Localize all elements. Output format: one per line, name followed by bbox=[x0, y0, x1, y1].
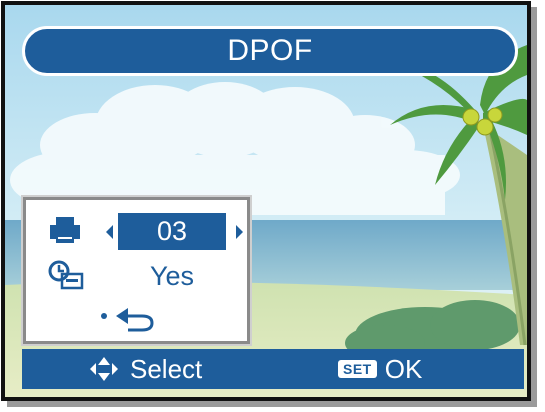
camera-screen: DPOF 03 Yes Select SET OK bbox=[1, 1, 531, 401]
confirm-hint: SET OK bbox=[338, 349, 422, 389]
screen-title: DPOF bbox=[22, 26, 518, 76]
return-icon[interactable] bbox=[96, 302, 166, 338]
ok-label: OK bbox=[384, 353, 423, 384]
copies-value[interactable]: 03 bbox=[118, 213, 226, 250]
dpof-settings-panel: 03 Yes bbox=[21, 195, 252, 346]
navigation-hint: Select bbox=[86, 349, 202, 389]
increase-arrow-icon[interactable] bbox=[236, 225, 243, 239]
bottom-help-bar: Select SET OK bbox=[22, 349, 524, 389]
date-stamp-value[interactable]: Yes bbox=[118, 258, 226, 295]
four-way-arrows-icon bbox=[90, 357, 118, 381]
set-button-icon: SET bbox=[338, 360, 377, 378]
decrease-arrow-icon[interactable] bbox=[106, 225, 113, 239]
return-row[interactable] bbox=[26, 300, 247, 342]
copies-row[interactable]: 03 bbox=[26, 209, 247, 251]
select-label: Select bbox=[130, 353, 203, 384]
date-stamp-row[interactable]: Yes bbox=[26, 254, 247, 296]
date-stamp-icon bbox=[48, 260, 84, 290]
printer-icon bbox=[50, 217, 80, 243]
